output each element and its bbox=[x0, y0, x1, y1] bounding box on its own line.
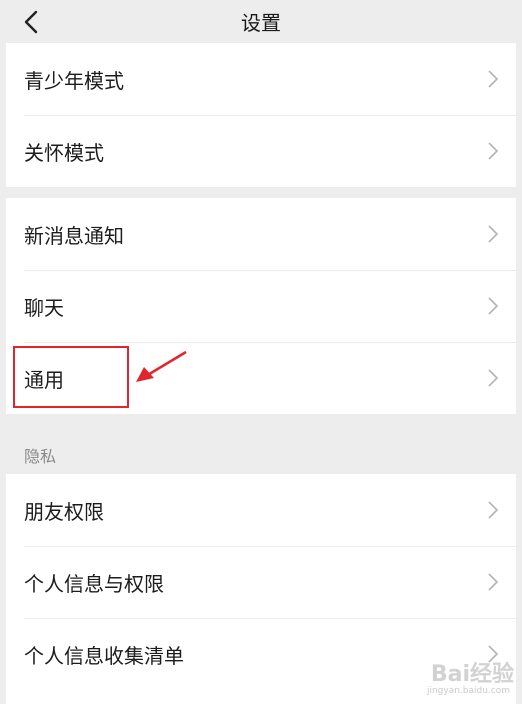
settings-group-mode: 青少年模式 关怀模式 bbox=[6, 43, 516, 187]
chevron-right-icon bbox=[488, 70, 498, 88]
settings-item-label: 新消息通知 bbox=[24, 223, 124, 248]
settings-item-notifications[interactable]: 新消息通知 bbox=[6, 198, 516, 270]
annotation-highlight-box bbox=[13, 346, 129, 408]
chevron-right-icon bbox=[488, 573, 498, 591]
settings-item-label: 个人信息收集清单 bbox=[24, 643, 184, 668]
settings-item-label: 个人信息与权限 bbox=[24, 571, 164, 596]
settings-item-label: 聊天 bbox=[24, 295, 64, 320]
chevron-right-icon bbox=[488, 142, 498, 160]
watermark: Bai经验 bbox=[430, 662, 514, 687]
settings-item-care-mode[interactable]: 关怀模式 bbox=[6, 115, 516, 187]
settings-item-friend-permissions[interactable]: 朋友权限 bbox=[6, 474, 516, 546]
chevron-right-icon bbox=[488, 501, 498, 519]
chevron-right-icon bbox=[488, 369, 498, 387]
settings-item-label: 青少年模式 bbox=[24, 68, 124, 93]
settings-item-chat[interactable]: 聊天 bbox=[6, 270, 516, 342]
annotation-arrow-icon bbox=[136, 350, 187, 382]
settings-item-label: 朋友权限 bbox=[24, 499, 104, 524]
page-title: 设置 bbox=[241, 11, 281, 35]
settings-item-personal-info-permissions[interactable]: 个人信息与权限 bbox=[6, 546, 516, 618]
settings-item-teen-mode[interactable]: 青少年模式 bbox=[6, 43, 516, 115]
chevron-right-icon bbox=[488, 225, 498, 243]
chevron-right-icon bbox=[488, 297, 498, 315]
watermark-sub: jingyan.baidu.com bbox=[426, 686, 510, 696]
section-label-privacy: 隐私 bbox=[24, 447, 57, 466]
settings-item-label: 关怀模式 bbox=[24, 140, 104, 165]
